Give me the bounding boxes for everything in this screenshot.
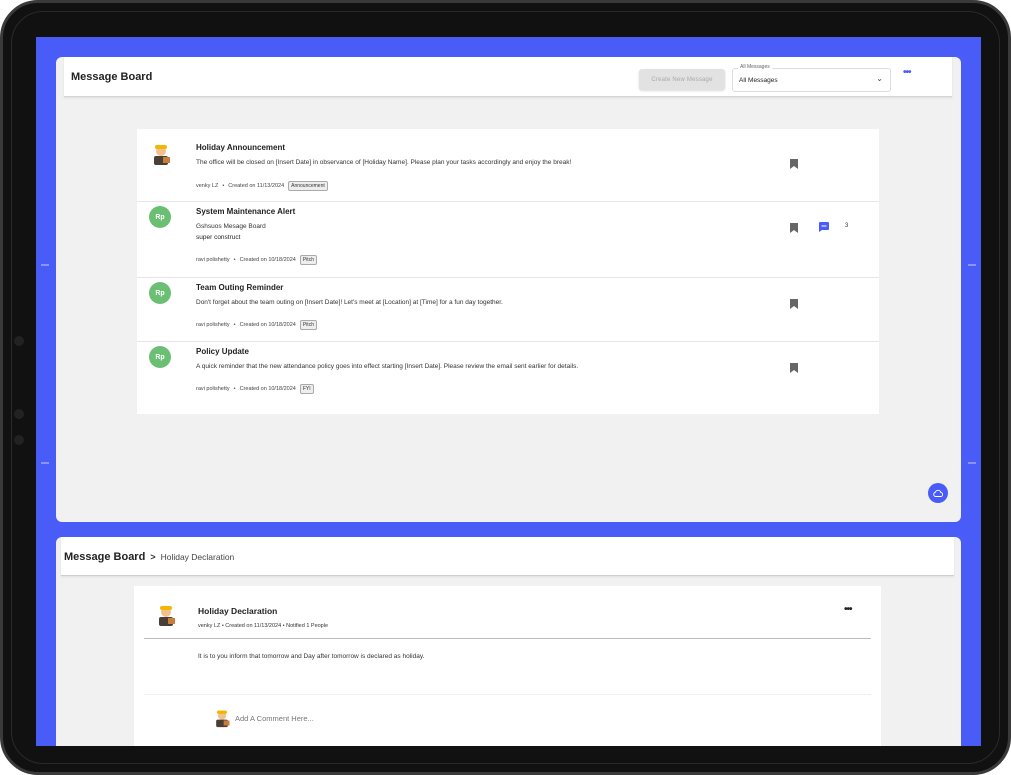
category-tag: Pitch	[299, 255, 317, 265]
breadcrumb-current: Holiday Declaration	[160, 552, 235, 562]
bookmark-icon[interactable]	[790, 159, 798, 169]
message-title[interactable]: Team Outing Reminder	[196, 283, 283, 292]
meta-separator: •	[233, 386, 236, 392]
user-avatar	[154, 145, 170, 165]
side-button	[14, 336, 24, 346]
side-button	[14, 435, 24, 445]
list-item[interactable]: Rp Team Outing Reminder Don't forget abo…	[137, 277, 879, 342]
author-name: ravi polishetty	[196, 386, 230, 392]
list-item[interactable]: Rp Policy Update A quick reminder that t…	[137, 341, 879, 414]
detail-title: Holiday Declaration	[198, 606, 278, 616]
message-title[interactable]: System Maintenance Alert	[196, 207, 295, 216]
commenter-avatar	[216, 710, 230, 728]
message-meta: ravi polishetty • Created on 10/18/2024 …	[196, 255, 317, 265]
message-detail-card: Holiday Declaration venky LZ • Created o…	[134, 586, 881, 746]
message-body: The office will be closed on [Insert Dat…	[196, 159, 572, 166]
page-title: Message Board	[71, 71, 153, 83]
cloud-icon[interactable]	[928, 483, 948, 503]
list-item[interactable]: Rp System Maintenance Alert Gshsuos Mesa…	[137, 201, 879, 278]
filter-legend: All Messages	[738, 64, 772, 70]
message-list: Holiday Announcement The office will be …	[137, 129, 879, 414]
message-body: Don't forget about the team outing on [I…	[196, 299, 503, 306]
grid-dash	[41, 462, 49, 464]
message-title[interactable]: Policy Update	[196, 347, 249, 356]
side-button	[14, 409, 24, 419]
comment-input[interactable]: Add A Comment Here...	[235, 714, 314, 723]
meta-separator: •	[222, 183, 225, 189]
more-horizontal-icon[interactable]: •••	[844, 604, 852, 615]
detail-body: It is to you inform that tomorrow and Da…	[198, 653, 425, 660]
user-avatar: Rp	[149, 206, 171, 228]
chevron-down-icon: ⌄	[876, 74, 883, 83]
message-detail-panel: Message Board > Holiday Declaration Holi…	[56, 537, 961, 746]
message-filter-select[interactable]: All Messages All Messages ⌄	[732, 64, 891, 92]
message-body: Gshsuos Mesage Board	[196, 223, 266, 230]
detail-header: Message Board > Holiday Declaration	[61, 537, 954, 576]
created-date: Created on 11/13/2024	[228, 183, 285, 189]
grid-dash	[968, 462, 976, 464]
author-name: ravi polishetty	[196, 322, 230, 328]
created-date: Created on 10/18/2024	[239, 386, 296, 392]
comment-count: 3	[845, 223, 849, 229]
chat-icon[interactable]	[819, 222, 829, 232]
divider	[144, 638, 871, 639]
breadcrumb-separator: >	[150, 552, 156, 562]
category-tag: Pitch	[299, 320, 317, 330]
divider	[144, 694, 871, 695]
detail-meta: venky LZ • Created on 11/13/2024 • Notif…	[198, 623, 329, 629]
tablet-frame: Message Board Create New Message All Mes…	[0, 0, 1011, 775]
more-horizontal-icon[interactable]: •••	[903, 67, 911, 78]
board-header: Message Board Create New Message All Mes…	[64, 57, 952, 97]
grid-dash	[968, 264, 976, 266]
user-avatar: Rp	[149, 282, 171, 304]
grid-dash	[41, 264, 49, 266]
author-name: ravi polishetty	[196, 257, 230, 263]
message-meta: ravi polishetty • Created on 10/18/2024 …	[196, 384, 314, 394]
message-title[interactable]: Holiday Announcement	[196, 143, 285, 152]
created-date: Created on 10/18/2024	[239, 257, 296, 263]
category-tag: FYI	[299, 384, 314, 394]
bookmark-icon[interactable]	[790, 363, 798, 373]
author-avatar	[159, 606, 175, 626]
create-message-button[interactable]: Create New Message	[639, 69, 725, 90]
bookmark-icon[interactable]	[790, 223, 798, 233]
message-body-line2: super construct	[196, 234, 241, 241]
breadcrumb: Message Board > Holiday Declaration	[64, 551, 234, 563]
app-screen: Message Board Create New Message All Mes…	[36, 37, 981, 746]
filter-value: All Messages	[739, 77, 778, 84]
category-tag: Announcement	[288, 181, 328, 191]
message-meta: venky LZ • Created on 11/13/2024 Announc…	[196, 181, 328, 191]
message-meta: ravi polishetty • Created on 10/18/2024 …	[196, 320, 317, 330]
meta-separator: •	[233, 257, 236, 263]
list-item[interactable]: Holiday Announcement The office will be …	[137, 129, 879, 202]
bookmark-icon[interactable]	[790, 299, 798, 309]
created-date: Created on 10/18/2024	[239, 322, 296, 328]
message-board-panel: Message Board Create New Message All Mes…	[56, 57, 961, 522]
message-body: A quick reminder that the new attendance…	[196, 363, 579, 370]
meta-separator: •	[233, 322, 236, 328]
author-name: venky LZ	[196, 183, 219, 189]
breadcrumb-root[interactable]: Message Board	[64, 551, 145, 563]
user-avatar: Rp	[149, 346, 171, 368]
